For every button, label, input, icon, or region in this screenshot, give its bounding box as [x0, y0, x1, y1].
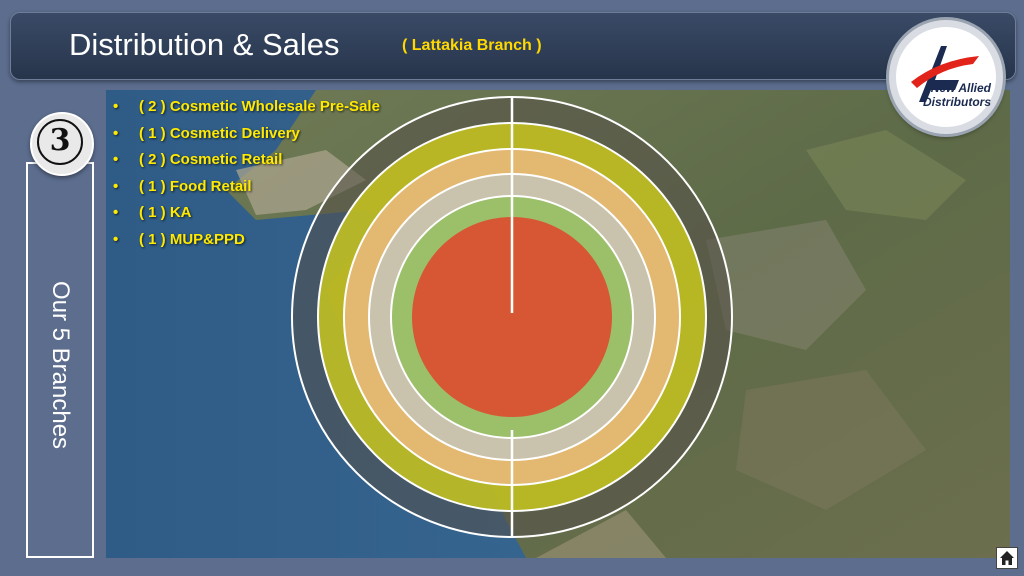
- logo-line-2: Distributors: [922, 95, 991, 109]
- bullet-icon: •: [113, 230, 119, 248]
- list-item: •( 1 ) Cosmetic Delivery: [113, 124, 300, 142]
- bullet-icon: •: [113, 204, 119, 221]
- home-icon: [1000, 551, 1014, 565]
- list-item: •( 1 ) MUP&PPD: [113, 230, 245, 248]
- logo-line-1: New Allied: [930, 81, 991, 95]
- bullet-icon: •: [113, 98, 119, 115]
- a-arrow-icon: [896, 27, 996, 127]
- company-logo: New Allied Distributors: [889, 20, 1003, 134]
- concentric-rings: [291, 96, 733, 538]
- bullet-icon: •: [113, 177, 119, 195]
- home-button[interactable]: [996, 547, 1018, 569]
- step-number: 3: [37, 119, 83, 165]
- list-item: •( 2 ) Cosmetic Retail: [113, 151, 283, 168]
- list-item: •( 1 ) Food Retail: [113, 177, 252, 195]
- bullet-icon: •: [113, 124, 119, 142]
- branches-label: Our 5 Branches: [47, 280, 74, 450]
- branch-list: •( 2 ) Cosmetic Wholesale Pre-Sale •( 1 …: [113, 98, 380, 257]
- bullet-icon: •: [113, 151, 119, 168]
- step-badge: 3: [30, 112, 94, 176]
- list-item: •( 2 ) Cosmetic Wholesale Pre-Sale: [113, 98, 380, 115]
- list-item: •( 1 ) KA: [113, 204, 192, 221]
